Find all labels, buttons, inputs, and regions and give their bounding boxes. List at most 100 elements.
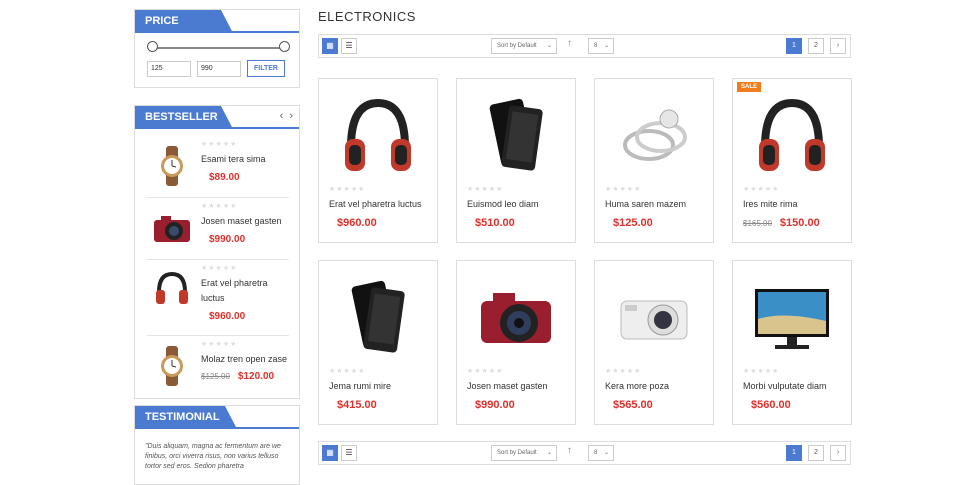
bestseller-header: BESTSELLER ‹ › xyxy=(135,106,299,129)
product-name[interactable]: Ires mite rima xyxy=(743,199,798,209)
product-price: $510.00 xyxy=(467,217,515,229)
bestseller-price: $990.00 xyxy=(209,234,246,245)
sort-direction-icon[interactable]: ↑ xyxy=(567,445,572,456)
chevron-left-icon[interactable]: ‹ xyxy=(280,110,284,122)
chevron-down-icon: ⌄ xyxy=(546,450,552,456)
product-price: $165.00 $150.00 xyxy=(743,217,820,229)
sort-select[interactable]: Sort by Default ⌄ xyxy=(491,445,557,461)
limit-select[interactable]: 8 ⌄ xyxy=(588,38,614,54)
list-view-button[interactable]: ☰ xyxy=(341,445,357,461)
rating-stars: ★★★★★ xyxy=(743,186,780,193)
price-max-input[interactable]: 990 xyxy=(197,61,241,77)
camera-icon[interactable] xyxy=(467,271,565,361)
bestseller-title: BESTSELLER xyxy=(135,106,233,129)
ring-icon[interactable] xyxy=(605,89,703,179)
rating-stars: ★★★★★ xyxy=(605,368,642,375)
grid-view-button[interactable]: ▦ xyxy=(322,445,338,461)
chevron-down-icon: ⌄ xyxy=(603,450,609,456)
product-name[interactable]: Morbi vulputate diam xyxy=(743,381,827,391)
page-1-button[interactable]: 1 xyxy=(786,38,802,54)
current-price: $560.00 xyxy=(751,399,791,411)
price-slider-min-handle[interactable] xyxy=(147,41,158,52)
next-page-button[interactable]: › xyxy=(830,445,846,461)
headphones-icon xyxy=(156,271,188,304)
testimonial-header: TESTIMONIAL xyxy=(135,406,299,429)
rating-stars: ★★★★★ xyxy=(329,186,366,193)
bestseller-price: $89.00 xyxy=(209,172,240,183)
watch-icon xyxy=(161,346,183,386)
product-card[interactable]: ★★★★★ Huma saren mazem $125.00 xyxy=(594,78,714,243)
product-card[interactable]: ★★★★★ Euismod leo diam $510.00 xyxy=(456,78,576,243)
product-card[interactable]: ★★★★★ Morbi vulputate diam $560.00 xyxy=(732,260,852,425)
monitor-icon[interactable] xyxy=(743,271,841,361)
chevron-down-icon: ⌄ xyxy=(603,43,609,49)
product-name[interactable]: Josen maset gasten xyxy=(467,381,548,391)
price-filter-block: PRICE 125 990 FILTER xyxy=(134,9,300,88)
product-name[interactable]: Huma saren mazem xyxy=(605,199,686,209)
page-title: ELECTRONICS xyxy=(318,9,416,24)
rating-stars: ★★★★★ xyxy=(201,141,238,148)
rating-stars: ★★★★★ xyxy=(467,368,504,375)
rating-stars: ★★★★★ xyxy=(201,265,238,272)
page-2-button[interactable]: 2 xyxy=(808,445,824,461)
testimonial-text: "Duis aliquam, magna ac fermentum are we… xyxy=(145,443,281,470)
bestseller-price: $125.00 $120.00 xyxy=(201,371,275,382)
rating-stars: ★★★★★ xyxy=(201,341,238,348)
compact-camera-icon[interactable] xyxy=(605,271,703,361)
product-name[interactable]: Erat vel pharetra luctus xyxy=(329,199,422,209)
bestseller-name[interactable]: Molaz tren open zase xyxy=(201,352,293,367)
product-card[interactable]: ★★★★★ Erat vel pharetra luctus $960.00 xyxy=(318,78,438,243)
smartphone-icon[interactable] xyxy=(467,89,565,179)
price-title: PRICE xyxy=(135,10,233,33)
product-card[interactable]: ★★★★★ Jema rumi mire $415.00 xyxy=(318,260,438,425)
current-price: $415.00 xyxy=(337,399,377,411)
chevron-down-icon: ⌄ xyxy=(546,43,552,49)
product-name[interactable]: Jema rumi mire xyxy=(329,381,391,391)
price-slider-track[interactable] xyxy=(153,47,285,49)
bestseller-name[interactable]: Erat vel pharetra luctus xyxy=(201,276,293,306)
headphones-icon[interactable] xyxy=(329,89,427,179)
product-price: $415.00 xyxy=(329,399,377,411)
sort-direction-icon[interactable]: ↑ xyxy=(567,38,572,49)
list-view-button[interactable]: ☰ xyxy=(341,38,357,54)
sidebar: PRICE 125 990 FILTER BESTSELLER ‹ › ★★★★★… xyxy=(134,9,300,485)
bestseller-block: BESTSELLER ‹ › ★★★★★ Esami tera sima $89.… xyxy=(134,105,300,399)
next-page-button[interactable]: › xyxy=(830,38,846,54)
current-price: $125.00 xyxy=(613,217,653,229)
sort-select[interactable]: Sort by Default ⌄ xyxy=(491,38,557,54)
grid-view-button[interactable]: ▦ xyxy=(322,38,338,54)
bestseller-name[interactable]: Josen maset gasten xyxy=(201,214,293,229)
bestseller-item[interactable]: ★★★★★ Esami tera sima $89.00 xyxy=(147,138,289,198)
current-price: $990.00 xyxy=(475,399,515,411)
product-name[interactable]: Euismod leo diam xyxy=(467,199,539,209)
chevron-right-icon[interactable]: › xyxy=(289,110,293,122)
product-price: $960.00 xyxy=(329,217,377,229)
toolbar-bottom: ▦ ☰ Sort by Default ⌄ ↑ 8 ⌄ 1 2 › xyxy=(318,441,851,465)
product-card[interactable]: ★★★★★ Josen maset gasten $990.00 xyxy=(456,260,576,425)
bestseller-item[interactable]: ★★★★★ Erat vel pharetra luctus $960.00 xyxy=(147,262,289,336)
bestseller-name[interactable]: Esami tera sima xyxy=(201,152,293,167)
limit-select[interactable]: 8 ⌄ xyxy=(588,445,614,461)
price-slider-max-handle[interactable] xyxy=(279,41,290,52)
bestseller-item[interactable]: ★★★★★ Josen maset gasten $990.00 xyxy=(147,200,289,260)
product-card[interactable]: ★★★★★ Kera more poza $565.00 xyxy=(594,260,714,425)
product-price: $990.00 xyxy=(467,399,515,411)
page-2-button[interactable]: 2 xyxy=(808,38,824,54)
camera-icon xyxy=(154,216,190,242)
toolbar-top: ▦ ☰ Sort by Default ⌄ ↑ 8 ⌄ 1 2 › xyxy=(318,34,851,58)
headphones-icon[interactable] xyxy=(743,89,841,179)
watch-icon xyxy=(161,146,183,186)
price-header: PRICE xyxy=(135,10,299,33)
filter-button[interactable]: FILTER xyxy=(247,60,285,77)
product-card[interactable]: SALE ★★★★★ Ires mite rima $165.00 $150.00 xyxy=(732,78,852,243)
page-1-button[interactable]: 1 xyxy=(786,445,802,461)
product-price: $560.00 xyxy=(743,399,791,411)
smartphone-icon[interactable] xyxy=(329,271,427,361)
product-price: $565.00 xyxy=(605,399,653,411)
current-price: $510.00 xyxy=(475,217,515,229)
rating-stars: ★★★★★ xyxy=(201,203,238,210)
bestseller-item[interactable]: ★★★★★ Molaz tren open zase $125.00 $120.0… xyxy=(147,338,289,398)
price-min-input[interactable]: 125 xyxy=(147,61,191,77)
bestseller-price: $960.00 xyxy=(209,311,246,322)
product-name[interactable]: Kera more poza xyxy=(605,381,669,391)
